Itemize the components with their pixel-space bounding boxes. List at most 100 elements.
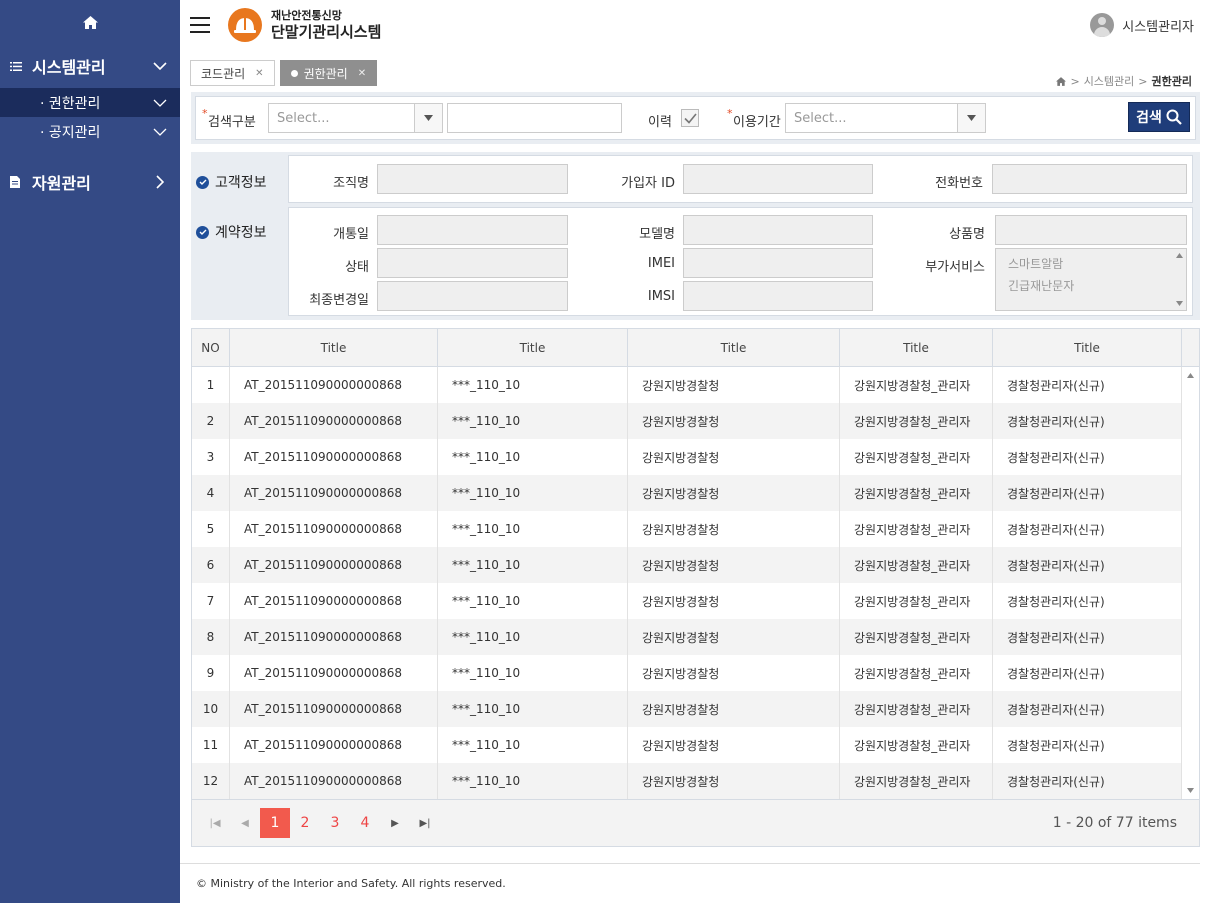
next-page-icon[interactable]: ▶ [380,808,410,838]
table-row[interactable]: 12 AT_201511090000000868 ***_110_10 강원지방경찰청… [192,763,1199,799]
table-row[interactable]: 7 AT_201511090000000868 ***_110_10 강원지방경찰청 강… [192,583,1199,619]
prev-page-icon[interactable]: ◀ [230,808,260,838]
column-header[interactable]: Title [230,329,438,366]
breadcrumb-item[interactable]: 시스템관리 [1084,73,1135,89]
chevron-down-icon [152,124,168,140]
search-icon [1166,109,1182,125]
data-grid: NO Title Title Title Title Title 1 AT_201… [191,328,1200,847]
grid-scrollbar[interactable] [1182,367,1199,799]
tab-permission-admin-label: 권한관리 [303,66,348,81]
column-header[interactable]: Title [840,329,993,366]
table-cell: 경찰청관리자(신규) [993,727,1182,763]
model-label: 모델명 [639,227,675,242]
period-select[interactable]: Select... [785,103,986,133]
table-cell: AT_201511090000000868 [230,511,438,547]
table-cell: 강원지방경찰청_관리자 [840,439,993,475]
table-cell: 경찰청관리자(신규) [993,439,1182,475]
column-header[interactable]: Title [438,329,628,366]
table-row[interactable]: 6 AT_201511090000000868 ***_110_10 강원지방경찰청 강… [192,547,1199,583]
org-label: 조직명 [333,176,369,191]
table-row[interactable]: 11 AT_201511090000000868 ***_110_10 강원지방경찰청… [192,727,1199,763]
table-cell: 강원지방경찰청 [628,511,840,547]
open-date-field [377,215,568,245]
list-scrollbar[interactable] [1172,249,1186,310]
table-row[interactable]: 3 AT_201511090000000868 ***_110_10 강원지방경찰청 강… [192,439,1199,475]
table-cell: 강원지방경찰청 [628,583,840,619]
footer-divider [180,863,1200,864]
table-row[interactable]: 9 AT_201511090000000868 ***_110_10 강원지방경찰청 강… [192,655,1199,691]
first-page-icon[interactable]: |◀ [200,808,230,838]
table-row[interactable]: 5 AT_201511090000000868 ***_110_10 강원지방경찰청 강… [192,511,1199,547]
search-bar: * 검색구분 Select... 이력 * 이용기간 Select... 검색 [191,92,1200,144]
table-cell: ***_110_10 [438,655,628,691]
history-label: 이력 [648,115,672,130]
table-cell: 경찰청관리자(신규) [993,619,1182,655]
column-header[interactable]: NO [192,329,230,366]
row-number-cell: 5 [192,511,230,547]
table-row[interactable]: 4 AT_201511090000000868 ***_110_10 강원지방경찰청 강… [192,475,1199,511]
row-number-cell: 4 [192,475,230,511]
page-button[interactable]: 2 [290,808,320,838]
row-number-cell: 8 [192,619,230,655]
table-cell: AT_201511090000000868 [230,619,438,655]
table-cell: 경찰청관리자(신규) [993,763,1182,799]
table-cell: 경찰청관리자(신규) [993,367,1182,403]
column-header[interactable]: Title [993,329,1182,366]
scroll-up-icon[interactable] [1175,253,1183,258]
page-button[interactable]: 1 [260,808,290,838]
product-field [995,215,1187,245]
breadcrumb-current: 권한관리 [1151,75,1192,88]
table-row[interactable]: 8 AT_201511090000000868 ***_110_10 강원지방경찰청 강… [192,619,1199,655]
scroll-down-icon[interactable] [1175,301,1183,306]
top-header: 재난안전통신망 단말기관리시스템 시스템관리자 [180,0,1210,50]
page-button[interactable]: 3 [320,808,350,838]
last-modified-field [377,281,568,311]
menu-system-admin[interactable]: 시스템관리 [0,44,180,88]
close-icon[interactable]: ✕ [255,68,263,79]
extra-service-item[interactable]: 긴급재난문자 [1008,275,1186,297]
sidebar-item-permission[interactable]: · 권한관리 [0,88,180,117]
home-icon[interactable] [1056,76,1067,86]
table-cell: ***_110_10 [438,511,628,547]
menu-resource-admin-label: 자원관리 [32,174,91,193]
phone-field [992,164,1187,194]
extra-service-item[interactable]: 스마트알람 [1008,253,1186,275]
tab-code-admin[interactable]: 코드관리 ✕ [190,60,275,86]
pager-controls: |◀ ◀ 1 2 3 4 ▶ ▶| [200,808,440,838]
user-avatar-icon [1090,13,1115,37]
checkmark-icon [683,112,697,124]
scroll-down-icon[interactable] [1187,788,1194,793]
table-row[interactable]: 10 AT_201511090000000868 ***_110_10 강원지방경찰청… [192,691,1199,727]
last-page-icon[interactable]: ▶| [410,808,440,838]
row-number-cell: 10 [192,691,230,727]
imsi-field [683,281,873,311]
table-cell: ***_110_10 [438,547,628,583]
column-header[interactable]: Title [628,329,840,366]
table-cell: 강원지방경찰청 [628,439,840,475]
page-button[interactable]: 4 [350,808,380,838]
user-menu[interactable]: 시스템관리자 [1090,13,1194,37]
grid-body: 1 AT_201511090000000868 ***_110_10 강원지방경찰청 강… [192,367,1199,799]
search-button[interactable]: 검색 [1128,102,1190,132]
scroll-up-icon[interactable] [1187,373,1194,378]
list-icon [10,61,24,71]
table-row[interactable]: 1 AT_201511090000000868 ***_110_10 강원지방경찰청 강… [192,367,1199,403]
chevron-right-icon [152,174,168,190]
sidebar-item-notice[interactable]: · 공지관리 [0,117,180,146]
tab-permission-admin[interactable]: 권한관리 ✕ [279,60,378,86]
hamburger-menu-icon[interactable] [190,17,210,33]
phone-label: 전화번호 [935,176,983,191]
menu-resource-admin[interactable]: 자원관리 [0,160,180,204]
search-keyword-input[interactable] [447,103,622,133]
extra-service-list[interactable]: 스마트알람 긴급재난문자 [995,248,1187,311]
org-field [377,164,568,194]
table-row[interactable]: 2 AT_201511090000000868 ***_110_10 강원지방경찰청 강… [192,403,1199,439]
close-icon[interactable]: ✕ [358,68,366,79]
search-category-select[interactable]: Select... [268,103,443,133]
history-checkbox[interactable] [681,109,699,127]
last-modified-label: 최종변경일 [309,293,369,308]
open-date-label: 개통일 [333,227,369,242]
home-button[interactable] [0,0,180,44]
sidebar-item-permission-label: · 권한관리 [40,95,101,112]
table-cell: 강원지방경찰청 [628,655,840,691]
